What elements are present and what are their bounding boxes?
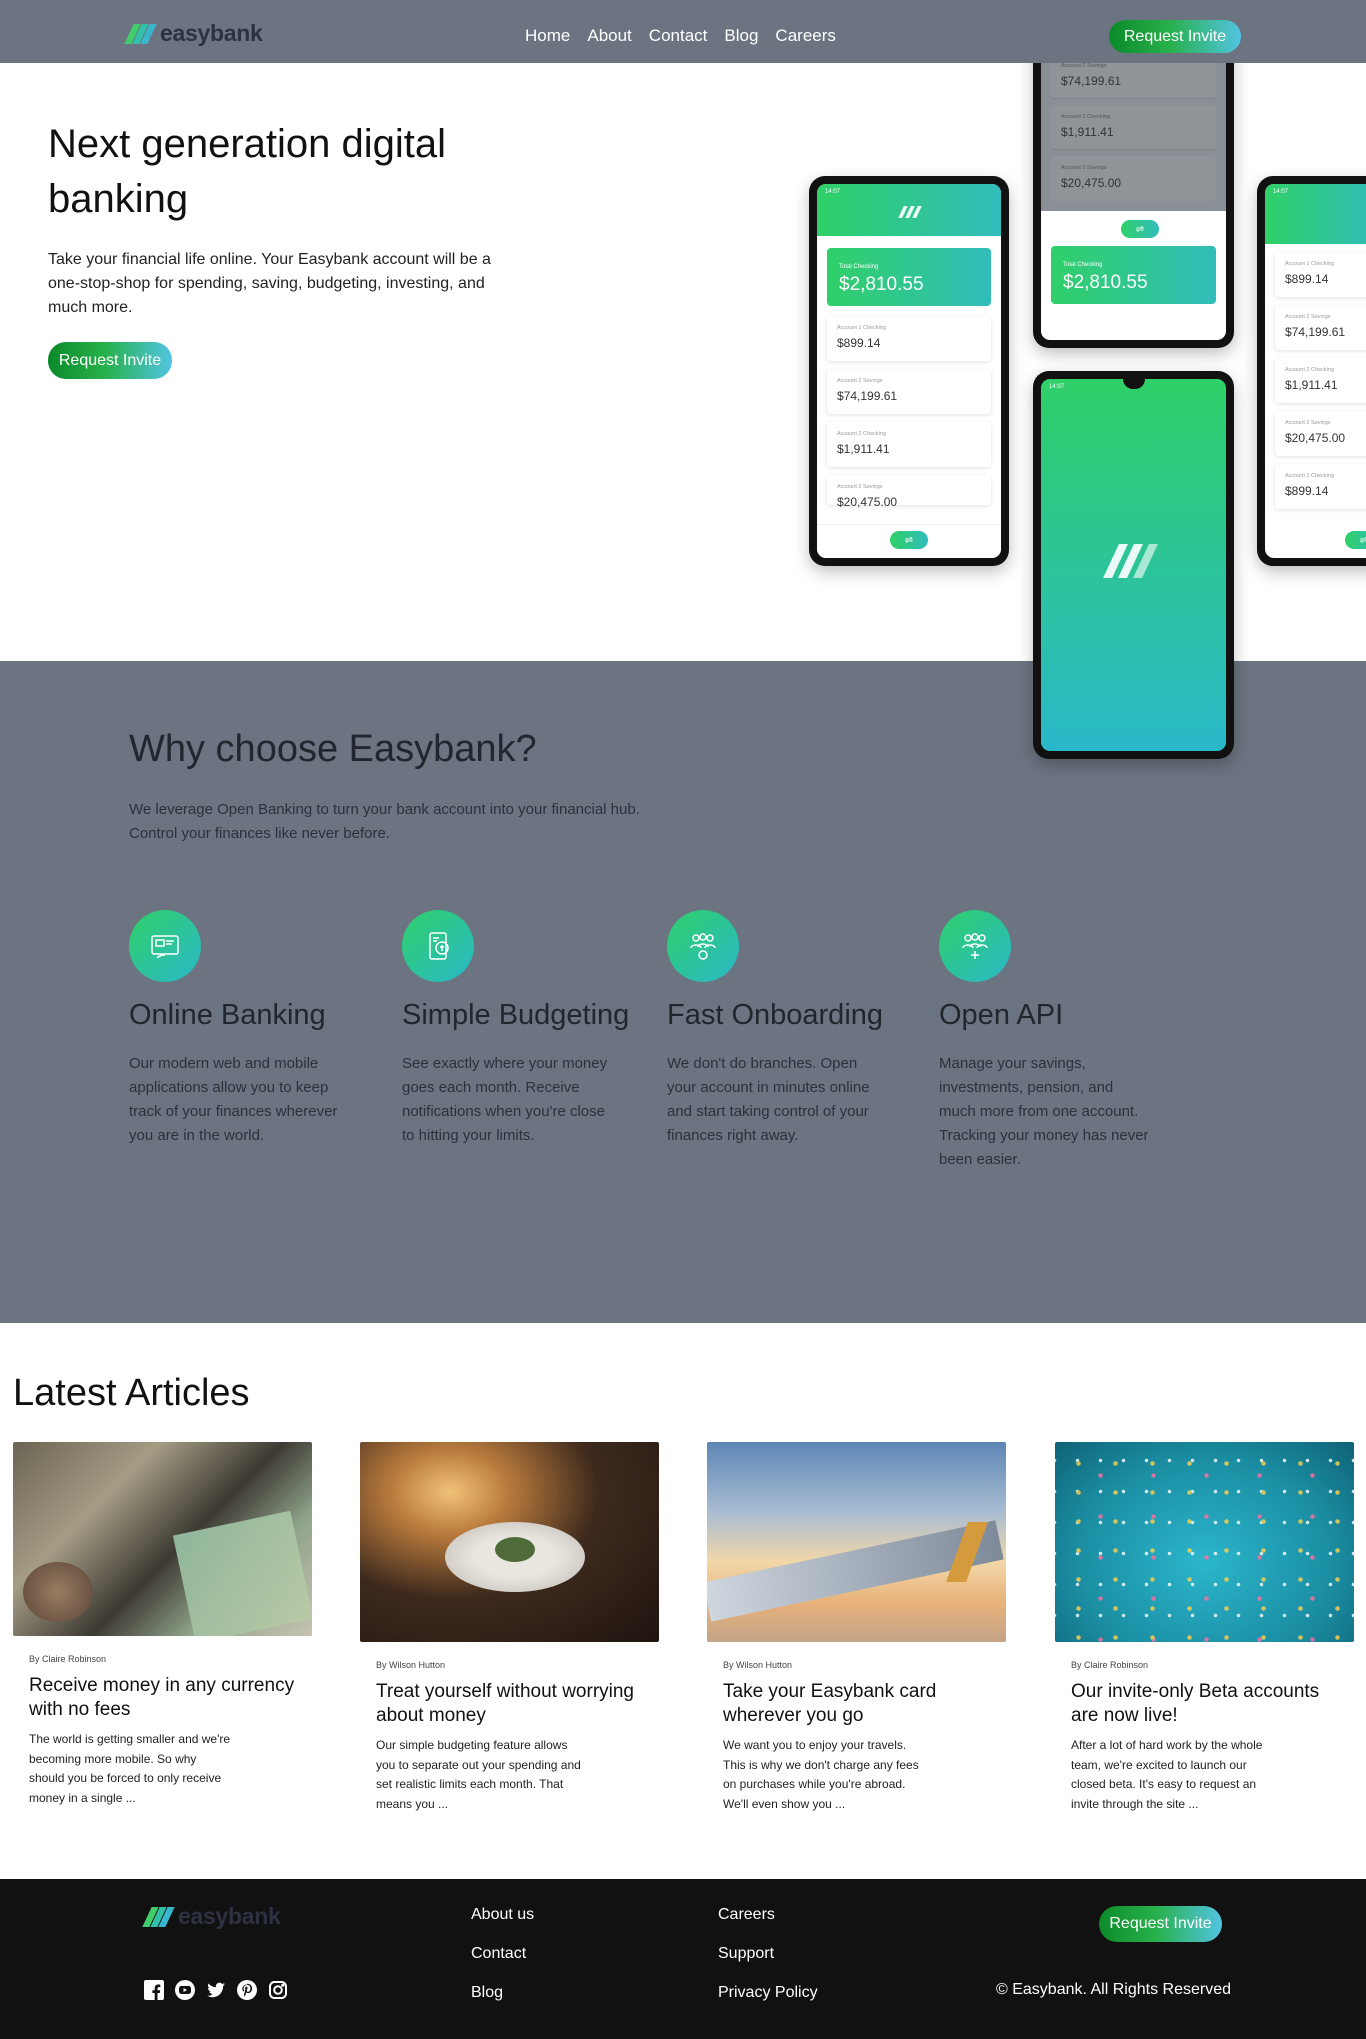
- account-row: Account 1 Checking $899.14: [1275, 464, 1366, 509]
- article-card[interactable]: By Wilson Hutton Take your Easybank card…: [707, 1442, 1006, 1814]
- twitter-icon[interactable]: [205, 1979, 226, 2000]
- phone-mockup-splash: 14:07: [1033, 371, 1234, 759]
- account-row: Account 2 Savings $20,475.00: [1051, 156, 1216, 201]
- splash-logo-icon: [1103, 544, 1158, 578]
- total-checking-card: Total Checking $2,810.55: [827, 248, 991, 306]
- social-links: [143, 1979, 288, 2000]
- footer-link-blog[interactable]: Blog: [471, 1984, 534, 2002]
- article-title[interactable]: Take your Easybank card wherever you go: [723, 1680, 993, 1728]
- account-row: Account 1 Checking $899.14: [1275, 252, 1366, 297]
- feature-online-banking: Online Banking Our modern web and mobile…: [129, 910, 369, 1148]
- account-row: Account 2 Savings $20,475.00: [827, 475, 991, 509]
- why-lead: We leverage Open Banking to turn your ba…: [129, 801, 640, 842]
- nav-home[interactable]: Home: [525, 26, 570, 46]
- youtube-icon[interactable]: [174, 1979, 195, 2000]
- article-card[interactable]: By Claire Robinson Receive money in any …: [13, 1442, 312, 1808]
- article-title[interactable]: Treat yourself without worrying about mo…: [376, 1680, 646, 1728]
- feature-body: Our modern web and mobile applications a…: [129, 1055, 338, 1144]
- article-excerpt: After a lot of hard work by the whole te…: [1071, 1738, 1263, 1811]
- article-image-confetti: [1055, 1442, 1354, 1642]
- article-title[interactable]: Receive money in any currency with no fe…: [29, 1674, 299, 1722]
- account-row: Account 2 Checking $1,911.41: [1051, 105, 1216, 150]
- account-row: Account 2 Savings $74,199.61: [1275, 305, 1366, 350]
- logo-mark-icon: [124, 23, 157, 44]
- instagram-icon[interactable]: [267, 1979, 288, 2000]
- article-author: By Claire Robinson: [29, 1654, 107, 1664]
- footer-request-invite-button[interactable]: Request Invite: [1099, 1906, 1222, 1942]
- article-image-currency: [13, 1442, 312, 1636]
- footer-links-col-2: Careers Support Privacy Policy: [718, 1906, 818, 2002]
- nav-careers[interactable]: Careers: [775, 26, 835, 46]
- account-row: Account 1 Checking $899.14: [827, 316, 991, 361]
- why-title: Why choose Easybank?: [129, 728, 537, 770]
- article-author: By Wilson Hutton: [723, 1660, 793, 1670]
- feature-title: Open API: [939, 999, 1064, 1031]
- article-author: By Claire Robinson: [1071, 1660, 1149, 1670]
- hero-body: Take your financial life online. Your Ea…: [48, 251, 491, 316]
- budgeting-icon: [402, 910, 474, 982]
- api-icon: [939, 910, 1011, 982]
- account-row: Account 2 Checking $1,911.41: [827, 422, 991, 467]
- hero-request-invite-button[interactable]: Request Invite: [48, 342, 172, 379]
- footer-link-contact[interactable]: Contact: [471, 1945, 534, 1963]
- feature-body: Manage your savings, investments, pensio…: [939, 1055, 1149, 1168]
- article-image-airplane: [707, 1442, 1006, 1642]
- brand-logo[interactable]: easybank: [124, 20, 263, 47]
- phone-mockup-accounts: 14:07 Total Checking $2,810.55 Account 1…: [809, 176, 1009, 566]
- facebook-icon[interactable]: [143, 1979, 164, 2000]
- nav-contact[interactable]: Contact: [649, 26, 708, 46]
- article-excerpt: Our simple budgeting feature allows you …: [376, 1738, 581, 1811]
- nav-blog[interactable]: Blog: [724, 26, 758, 46]
- pinterest-icon[interactable]: [236, 1979, 257, 2000]
- feature-title: Simple Budgeting: [402, 999, 630, 1031]
- header-request-invite-button[interactable]: Request Invite: [1109, 20, 1241, 53]
- total-checking-card: Total Checking $2,810.55: [1051, 246, 1216, 304]
- articles-title: Latest Articles: [13, 1372, 250, 1414]
- online-banking-icon: [129, 910, 201, 982]
- footer-link-privacy[interactable]: Privacy Policy: [718, 1984, 818, 2002]
- account-row: Account 2 Savings $74,199.61: [827, 369, 991, 414]
- site-header: easybank Home About Contact Blog Careers…: [0, 0, 1366, 63]
- footer-link-about[interactable]: About us: [471, 1906, 534, 1924]
- onboarding-icon: [667, 910, 739, 982]
- footer-brand-logo[interactable]: easybank: [142, 1903, 281, 1930]
- feature-title: Online Banking: [129, 999, 326, 1031]
- article-title[interactable]: Our invite-only Beta accounts are now li…: [1071, 1680, 1341, 1728]
- feature-title: Fast Onboarding: [667, 999, 884, 1031]
- brand-name: easybank: [160, 20, 263, 46]
- account-row: Account 2 Savings $20,475.00: [1275, 411, 1366, 456]
- transfer-icon: ⇌: [1345, 531, 1366, 549]
- site-footer: easybank About us Contact Blog Careers S…: [0, 1879, 1366, 2039]
- transfer-icon: ⇌: [1121, 220, 1159, 238]
- feature-simple-budgeting: Simple Budgeting See exactly where your …: [402, 910, 642, 1148]
- main-nav: Home About Contact Blog Careers: [525, 26, 836, 46]
- article-excerpt: The world is getting smaller and we're b…: [29, 1732, 231, 1805]
- article-excerpt: We want you to enjoy your travels. This …: [723, 1738, 919, 1811]
- copyright: © Easybank. All Rights Reserved: [996, 1981, 1232, 1998]
- article-author: By Wilson Hutton: [376, 1660, 446, 1670]
- feature-body: See exactly where your money goes each m…: [402, 1055, 608, 1144]
- feature-fast-onboarding: Fast Onboarding We don't do branches. Op…: [667, 910, 907, 1148]
- account-row: Account 2 Checking $1,911.41: [1275, 358, 1366, 403]
- footer-links-col-1: About us Contact Blog: [471, 1906, 534, 2002]
- nav-about[interactable]: About: [587, 26, 631, 46]
- footer-link-support[interactable]: Support: [718, 1945, 818, 1963]
- phone-mockup-dark-list: Account 2 Savings $74,199.61 Account 2 Ch…: [1033, 40, 1234, 348]
- why-section: Why choose Easybank? We leverage Open Ba…: [0, 661, 1366, 1323]
- article-card[interactable]: By Wilson Hutton Treat yourself without …: [360, 1442, 659, 1814]
- phone-mockup-accounts-right: 14:07 Account 1 Checking $899.14 Account …: [1257, 176, 1366, 566]
- logo-mark-icon: [142, 1906, 175, 1927]
- feature-open-api: Open API Manage your savings, investment…: [939, 910, 1179, 1172]
- article-card[interactable]: By Claire Robinson Our invite-only Beta …: [1055, 1442, 1354, 1814]
- footer-link-careers[interactable]: Careers: [718, 1906, 818, 1924]
- transfer-icon: ⇌: [890, 531, 928, 549]
- hero-title: Next generation digital banking: [48, 122, 447, 221]
- brand-name: easybank: [178, 1903, 281, 1929]
- feature-body: We don't do branches. Open your account …: [667, 1055, 870, 1144]
- article-image-restaurant: [360, 1442, 659, 1642]
